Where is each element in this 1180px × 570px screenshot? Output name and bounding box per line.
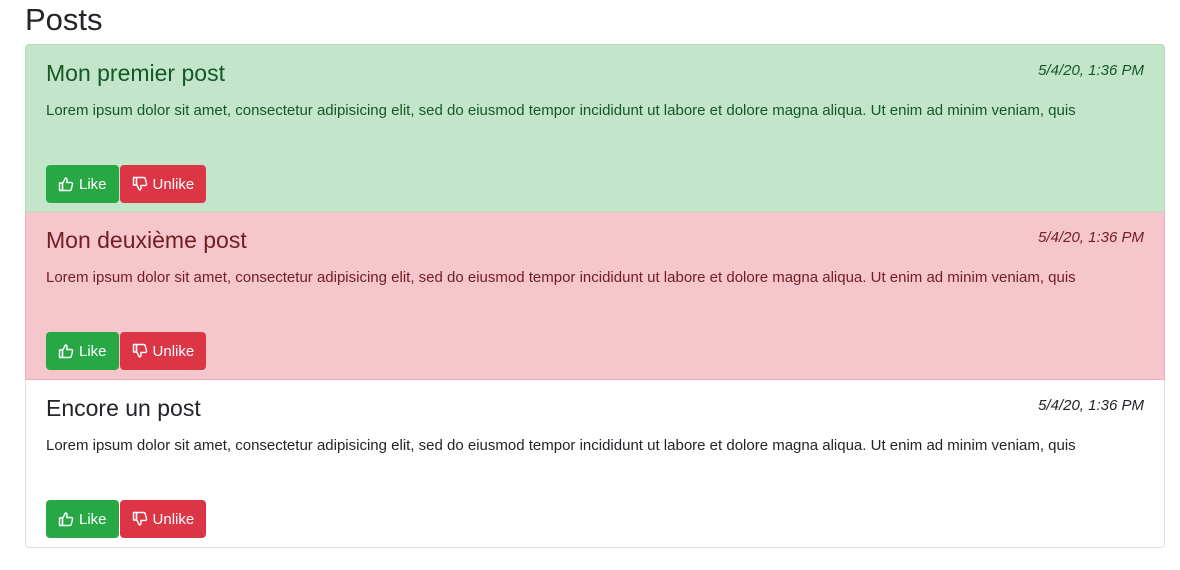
like-button[interactable]: Like bbox=[46, 332, 119, 370]
unlike-label: Unlike bbox=[152, 342, 195, 360]
like-button[interactable]: Like bbox=[46, 165, 119, 203]
post-actions: Like Unlike bbox=[46, 165, 1144, 203]
post-item: Mon deuxième post 5/4/20, 1:36 PM Lorem … bbox=[25, 212, 1165, 380]
thumbs-down-icon bbox=[132, 343, 148, 359]
post-date: 5/4/20, 1:36 PM bbox=[1038, 229, 1144, 246]
post-item: Encore un post 5/4/20, 1:36 PM Lorem ips… bbox=[25, 380, 1165, 548]
post-date: 5/4/20, 1:36 PM bbox=[1038, 397, 1144, 414]
post-title: Mon premier post bbox=[46, 60, 225, 86]
like-label: Like bbox=[79, 175, 107, 193]
post-body: Lorem ipsum dolor sit amet, consectetur … bbox=[46, 437, 1076, 454]
unlike-button[interactable]: Unlike bbox=[119, 165, 207, 203]
post-title: Mon deuxième post bbox=[46, 227, 247, 253]
unlike-label: Unlike bbox=[152, 510, 195, 528]
thumbs-up-icon bbox=[58, 343, 74, 359]
thumbs-down-icon bbox=[132, 176, 148, 192]
page-title: Posts bbox=[25, 2, 103, 37]
thumbs-down-icon bbox=[132, 511, 148, 527]
like-button[interactable]: Like bbox=[46, 500, 119, 538]
post-item: Mon premier post 5/4/20, 1:36 PM Lorem i… bbox=[25, 44, 1165, 212]
post-list: Mon premier post 5/4/20, 1:36 PM Lorem i… bbox=[25, 44, 1165, 548]
post-title: Encore un post bbox=[46, 395, 201, 421]
unlike-button[interactable]: Unlike bbox=[119, 500, 207, 538]
post-date: 5/4/20, 1:36 PM bbox=[1038, 62, 1144, 79]
like-label: Like bbox=[79, 342, 107, 360]
post-body: Lorem ipsum dolor sit amet, consectetur … bbox=[46, 269, 1076, 286]
post-body: Lorem ipsum dolor sit amet, consectetur … bbox=[46, 102, 1076, 119]
post-actions: Like Unlike bbox=[46, 332, 1144, 370]
thumbs-up-icon bbox=[58, 176, 74, 192]
thumbs-up-icon bbox=[58, 511, 74, 527]
unlike-label: Unlike bbox=[152, 175, 195, 193]
page: Posts Mon premier post 5/4/20, 1:36 PM L… bbox=[0, 0, 1180, 548]
post-actions: Like Unlike bbox=[46, 500, 1144, 538]
unlike-button[interactable]: Unlike bbox=[119, 332, 207, 370]
like-label: Like bbox=[79, 510, 107, 528]
